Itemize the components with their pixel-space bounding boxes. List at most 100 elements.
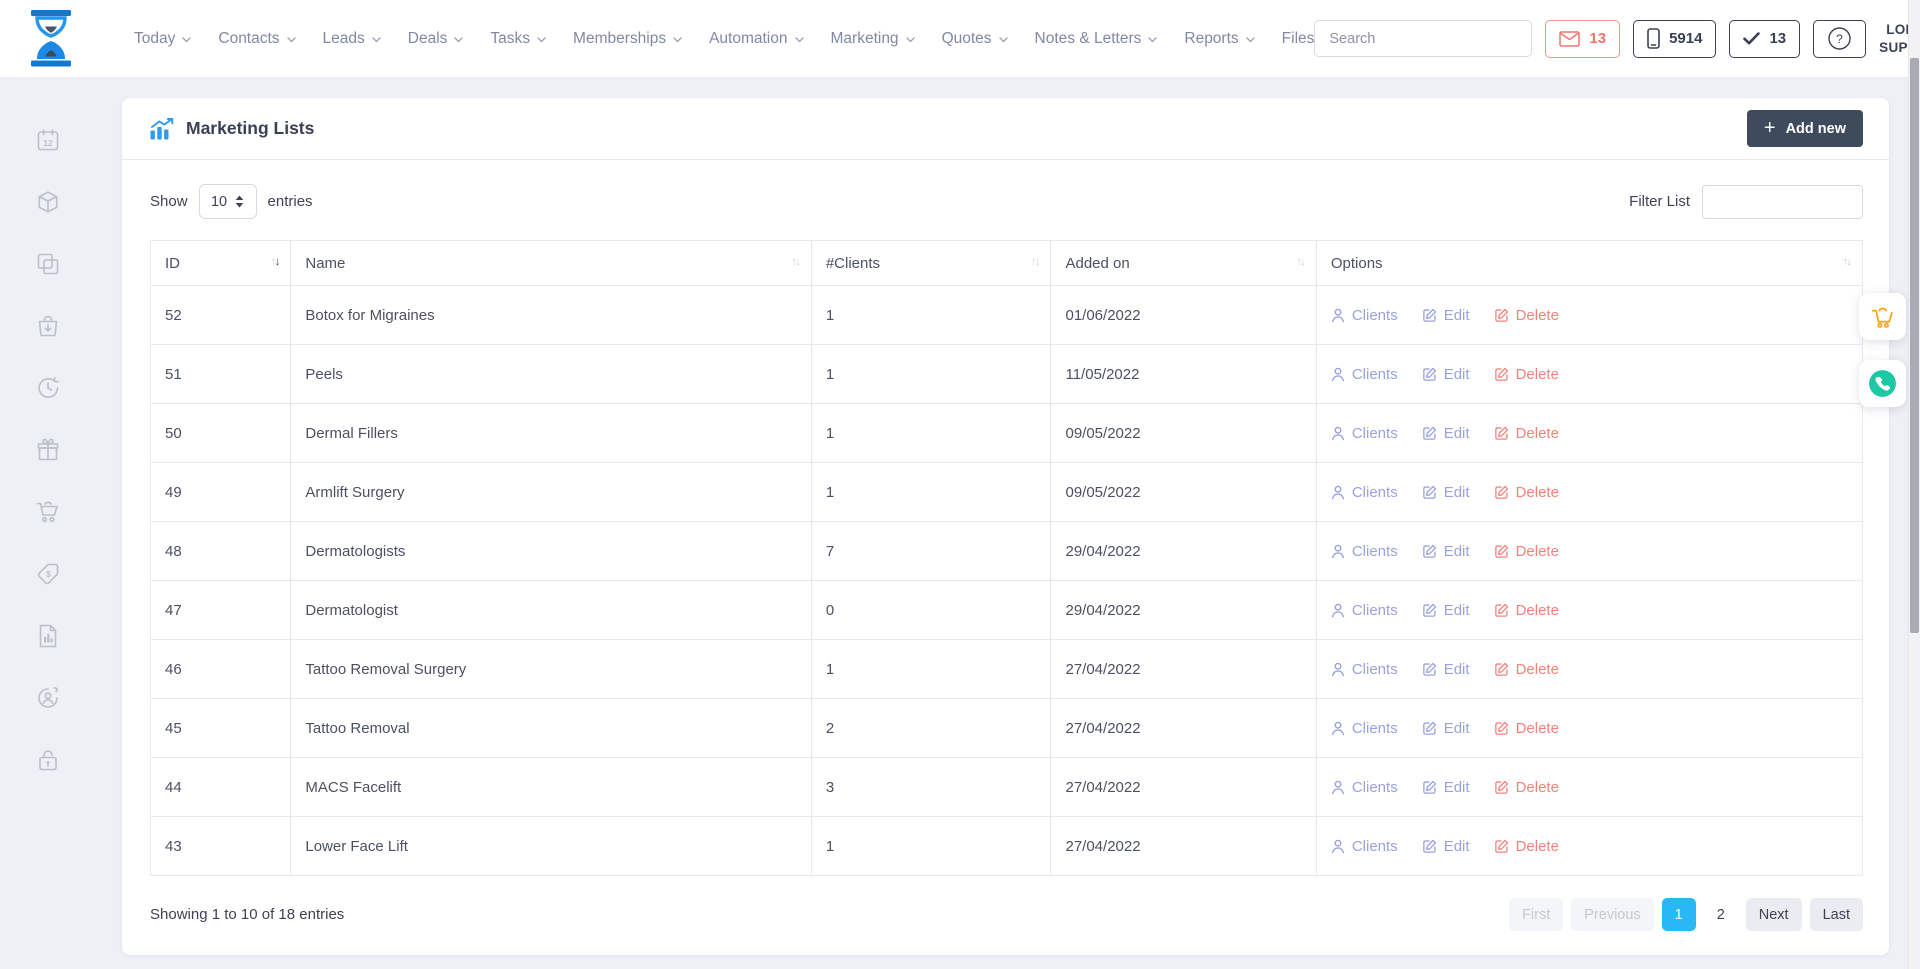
delete-link[interactable]: Delete <box>1494 543 1559 560</box>
page-button-first[interactable]: First <box>1509 898 1563 931</box>
column-header-options[interactable]: Options↑↓ <box>1316 241 1862 286</box>
delete-link[interactable]: Delete <box>1494 425 1559 442</box>
page-button-2[interactable]: 2 <box>1704 898 1738 931</box>
edit-link[interactable]: Edit <box>1422 543 1470 560</box>
messages-button[interactable]: 13 <box>1545 20 1620 58</box>
nav-item-notes-letters[interactable]: Notes & Letters <box>1035 30 1158 48</box>
edit-link[interactable]: Edit <box>1422 838 1470 855</box>
scrollbar[interactable] <box>1908 0 1920 969</box>
sidebar-item-calendar[interactable]: 12 <box>35 127 61 153</box>
delete-link[interactable]: Delete <box>1494 720 1559 737</box>
add-new-button[interactable]: + Add new <box>1747 110 1863 147</box>
edit-link[interactable]: Edit <box>1422 425 1470 442</box>
cell-clients: 1 <box>811 286 1051 345</box>
clients-link[interactable]: Clients <box>1331 366 1398 383</box>
column-header-clients[interactable]: #Clients↑↓ <box>811 241 1051 286</box>
column-header-id[interactable]: ID↑↓ <box>151 241 291 286</box>
clients-link[interactable]: Clients <box>1331 661 1398 678</box>
clients-link[interactable]: Clients <box>1331 838 1398 855</box>
help-button[interactable]: ? <box>1813 20 1866 58</box>
delete-link[interactable]: Delete <box>1494 779 1559 796</box>
clients-link[interactable]: Clients <box>1331 425 1398 442</box>
phone-floating-button[interactable] <box>1859 360 1906 407</box>
nav-item-today[interactable]: Today <box>134 30 191 48</box>
page-button-last[interactable]: Last <box>1810 898 1863 931</box>
nav-item-leads[interactable]: Leads <box>323 30 381 48</box>
nav-item-marketing[interactable]: Marketing <box>831 30 915 48</box>
chevron-down-icon <box>1148 37 1157 43</box>
edit-link[interactable]: Edit <box>1422 307 1470 324</box>
edit-link[interactable]: Edit <box>1422 779 1470 796</box>
hourglass-logo[interactable] <box>28 10 74 67</box>
tasks-done-button[interactable]: 13 <box>1729 20 1800 58</box>
sidebar-item-cart[interactable] <box>35 499 61 525</box>
clients-link[interactable]: Clients <box>1331 602 1398 619</box>
search-input[interactable] <box>1315 21 1530 56</box>
filter-list-input[interactable] <box>1702 185 1863 219</box>
edit-link[interactable]: Edit <box>1422 484 1470 501</box>
chart-icon <box>150 118 174 140</box>
page-button-1[interactable]: 1 <box>1662 898 1696 931</box>
cell-clients: 7 <box>811 522 1051 581</box>
nav-item-contacts[interactable]: Contacts <box>218 30 295 48</box>
edit-link[interactable]: Edit <box>1422 602 1470 619</box>
sidebar-item-shopping-bag[interactable] <box>35 313 61 339</box>
delete-link[interactable]: Delete <box>1494 366 1559 383</box>
sidebar-item-price-tag[interactable]: $ <box>35 561 61 587</box>
nav-item-quotes[interactable]: Quotes <box>942 30 1008 48</box>
sidebar-item-lock[interactable] <box>35 747 61 773</box>
cell-name: MACS Facelift <box>291 758 811 817</box>
delete-link[interactable]: Delete <box>1494 307 1559 324</box>
nav-item-memberships[interactable]: Memberships <box>573 30 682 48</box>
sort-icons: ↑↓ <box>1031 257 1039 269</box>
sidebar-item-gift[interactable] <box>35 437 61 463</box>
sidebar-item-package[interactable] <box>35 189 61 215</box>
clients-link[interactable]: Clients <box>1331 720 1398 737</box>
delete-link[interactable]: Delete <box>1494 484 1559 501</box>
page-button-next[interactable]: Next <box>1746 898 1802 931</box>
cell-name: Dermatologists <box>291 522 811 581</box>
cart-floating-button[interactable] <box>1859 293 1906 340</box>
clients-link[interactable]: Clients <box>1331 779 1398 796</box>
table-row: 43Lower Face Lift127/04/2022ClientsEditD… <box>151 817 1863 876</box>
calls-button[interactable]: 5914 <box>1633 20 1716 58</box>
edit-link[interactable]: Edit <box>1422 720 1470 737</box>
marketing-lists-table: ID↑↓Name↑↓#Clients↑↓Added on↑↓Options↑↓ … <box>150 240 1863 876</box>
edit-link[interactable]: Edit <box>1422 366 1470 383</box>
search-button[interactable] <box>1530 21 1532 56</box>
nav-item-tasks[interactable]: Tasks <box>490 30 546 48</box>
delete-link[interactable]: Delete <box>1494 838 1559 855</box>
sidebar-item-history[interactable] <box>35 375 61 401</box>
column-header-name[interactable]: Name↑↓ <box>291 241 811 286</box>
sidebar-item-account[interactable] <box>35 685 61 711</box>
page-size-select[interactable]: 10 <box>199 184 257 219</box>
shopping-bag-icon <box>35 313 61 339</box>
sidebar-item-report[interactable] <box>35 623 61 649</box>
cell-id: 47 <box>151 581 291 640</box>
pagination: FirstPrevious 12NextLast <box>1509 898 1863 931</box>
search-box <box>1314 20 1532 57</box>
table-row: 51Peels111/05/2022ClientsEditDelete <box>151 345 1863 404</box>
clients-link[interactable]: Clients <box>1331 307 1398 324</box>
scrollbar-thumb[interactable] <box>1910 58 1919 633</box>
nav-item-reports[interactable]: Reports <box>1184 30 1254 48</box>
cell-added-on: 27/04/2022 <box>1051 699 1316 758</box>
chevron-down-icon <box>999 37 1008 43</box>
price-tag-icon: $ <box>35 561 61 587</box>
edit-square-icon <box>1422 544 1437 559</box>
delete-link[interactable]: Delete <box>1494 602 1559 619</box>
clients-link[interactable]: Clients <box>1331 543 1398 560</box>
nav-item-deals[interactable]: Deals <box>408 30 464 48</box>
nav-item-files[interactable]: Files <box>1282 30 1315 48</box>
card-body: Show 10 entries Filter List <box>122 160 1889 931</box>
cell-added-on: 11/05/2022 <box>1051 345 1316 404</box>
page-button-previous[interactable]: Previous <box>1571 898 1653 931</box>
cell-clients: 3 <box>811 758 1051 817</box>
edit-link[interactable]: Edit <box>1422 661 1470 678</box>
column-header-added-on[interactable]: Added on↑↓ <box>1051 241 1316 286</box>
clients-link[interactable]: Clients <box>1331 484 1398 501</box>
cell-added-on: 27/04/2022 <box>1051 758 1316 817</box>
sidebar-item-copy[interactable] <box>35 251 61 277</box>
nav-item-automation[interactable]: Automation <box>709 30 803 48</box>
delete-link[interactable]: Delete <box>1494 661 1559 678</box>
